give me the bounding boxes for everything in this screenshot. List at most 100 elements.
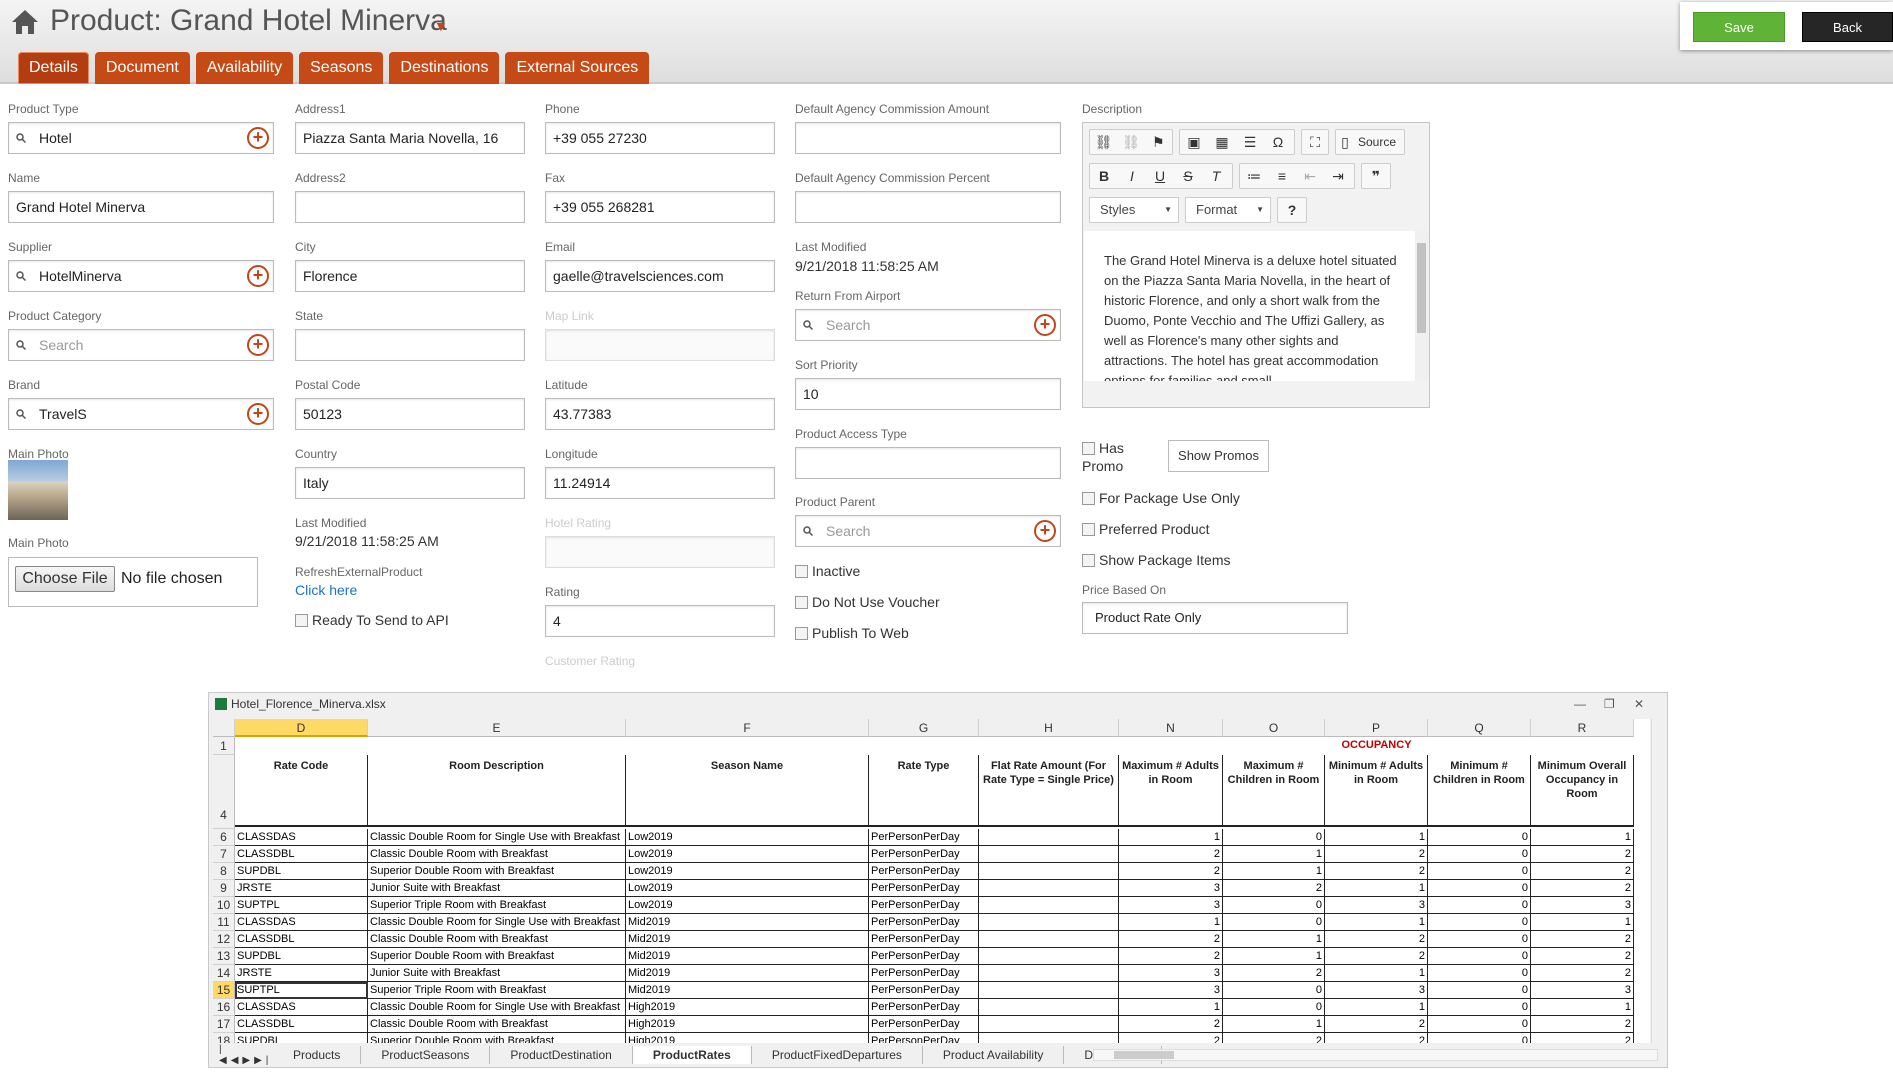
tab-seasons[interactable]: Seasons: [299, 52, 384, 84]
table-cell[interactable]: Superior Double Room with Breakfast: [368, 948, 626, 965]
tab-document[interactable]: Document: [94, 52, 190, 84]
editor-scroll-thumb[interactable]: [1417, 243, 1426, 333]
product-parent-field[interactable]: Search +: [795, 515, 1061, 547]
table-cell[interactable]: Superior Double Room with Breakfast: [368, 863, 626, 880]
publish-web-checkbox[interactable]: Publish To Web: [795, 625, 909, 641]
email-field[interactable]: gaelle@travelsciences.com: [545, 260, 775, 292]
table-cell[interactable]: Junior Suite with Breakfast: [368, 880, 626, 897]
table-cell[interactable]: 3: [1119, 965, 1223, 982]
home-icon[interactable]: [10, 8, 40, 36]
horizontal-rule-icon[interactable]: ☰: [1236, 134, 1264, 151]
flag-icon[interactable]: ⚑: [1145, 134, 1172, 151]
tab-external-sources[interactable]: External Sources: [505, 52, 650, 84]
row-header[interactable]: 18: [213, 1033, 235, 1043]
column-title-cell[interactable]: Rate Code: [235, 755, 368, 827]
checkbox-box[interactable]: [1082, 553, 1095, 567]
table-cell[interactable]: [979, 880, 1119, 897]
column-header-e[interactable]: E: [368, 719, 626, 737]
table-cell[interactable]: 0: [1428, 1016, 1531, 1033]
table-cell[interactable]: PerPersonPerDay: [869, 829, 979, 846]
table-cell[interactable]: 1: [1531, 829, 1634, 846]
row-header[interactable]: 16: [213, 999, 235, 1016]
column-title-cell[interactable]: Maximum # Adults in Room: [1119, 755, 1223, 827]
table-cell[interactable]: [979, 914, 1119, 931]
address1-field[interactable]: Piazza Santa Maria Novella, 16: [295, 122, 525, 154]
sheet-tab-product-fixed-departures[interactable]: ProductFixedDepartures: [752, 1046, 923, 1064]
table-cell[interactable]: SUPDBL: [235, 1033, 368, 1043]
table-cell[interactable]: Classic Double Room with Breakfast: [368, 846, 626, 863]
column-header-h[interactable]: H: [979, 719, 1119, 737]
table-cell[interactable]: 1: [1325, 880, 1428, 897]
unlink-icon[interactable]: ⛓: [1117, 134, 1144, 151]
table-cell[interactable]: 1: [1223, 948, 1325, 965]
table-cell[interactable]: 3: [1325, 982, 1428, 999]
column-title-cell[interactable]: Rate Type: [869, 755, 979, 827]
price-based-field[interactable]: Product Rate Only: [1082, 602, 1348, 634]
table-cell[interactable]: High2019: [626, 999, 869, 1016]
table-cell[interactable]: Superior Triple Room with Breakfast: [368, 982, 626, 999]
table-cell[interactable]: High2019: [626, 1016, 869, 1033]
table-cell[interactable]: Mid2019: [626, 965, 869, 982]
tab-destinations[interactable]: Destinations: [389, 52, 500, 84]
preferred-checkbox[interactable]: Preferred Product: [1082, 521, 1210, 537]
table-cell[interactable]: 2: [1119, 846, 1223, 863]
table-cell[interactable]: 0: [1428, 863, 1531, 880]
table-cell[interactable]: SUPTPL: [235, 897, 368, 914]
sheet-tab-products[interactable]: Products: [273, 1046, 362, 1064]
table-cell[interactable]: 1: [1531, 999, 1634, 1016]
table-cell[interactable]: 1: [1325, 965, 1428, 982]
table-cell[interactable]: 2: [1119, 1016, 1223, 1033]
table-cell[interactable]: CLASSDAS: [235, 999, 368, 1016]
source-button[interactable]: ▯ Source: [1335, 129, 1405, 155]
column-title-cell[interactable]: Room Description: [368, 755, 626, 827]
state-field[interactable]: [295, 329, 525, 361]
minimize-icon[interactable]: —: [1574, 697, 1586, 711]
sort-priority-field[interactable]: 10: [795, 378, 1061, 410]
format-dropdown[interactable]: Format ▼: [1185, 197, 1271, 223]
table-cell[interactable]: PerPersonPerDay: [869, 1016, 979, 1033]
table-cell[interactable]: 2: [1223, 965, 1325, 982]
table-cell[interactable]: 0: [1223, 999, 1325, 1016]
image-icon[interactable]: ▣: [1180, 134, 1208, 151]
table-cell[interactable]: CLASSDBL: [235, 846, 368, 863]
table-cell[interactable]: PerPersonPerDay: [869, 880, 979, 897]
package-use-checkbox[interactable]: For Package Use Only: [1082, 490, 1240, 506]
help-icon[interactable]: ?: [1278, 202, 1306, 218]
name-field[interactable]: Grand Hotel Minerva: [8, 191, 274, 223]
row-header[interactable]: 15: [213, 982, 235, 999]
column-header-f[interactable]: F: [626, 719, 869, 737]
table-cell[interactable]: 2: [1531, 965, 1634, 982]
table-cell[interactable]: 3: [1531, 897, 1634, 914]
column-header-corner[interactable]: [213, 719, 235, 737]
table-cell[interactable]: [979, 931, 1119, 948]
table-cell[interactable]: 0: [1428, 931, 1531, 948]
table-cell[interactable]: 2: [1325, 846, 1428, 863]
description-text[interactable]: The Grand Hotel Minerva is a deluxe hote…: [1084, 231, 1416, 381]
special-char-icon[interactable]: Ω: [1264, 134, 1292, 150]
table-cell[interactable]: Low2019: [626, 880, 869, 897]
table-cell[interactable]: PerPersonPerDay: [869, 965, 979, 982]
column-title-cell[interactable]: Minimum Overall Occupancy in Room: [1531, 755, 1634, 827]
table-cell[interactable]: 2: [1119, 948, 1223, 965]
chevron-down-icon[interactable]: ▼: [434, 18, 448, 34]
row-header-1[interactable]: 1: [213, 737, 235, 755]
table-cell[interactable]: [979, 1033, 1119, 1043]
table-cell[interactable]: CLASSDAS: [235, 914, 368, 931]
table-cell[interactable]: 1: [1119, 829, 1223, 846]
table-cell[interactable]: 0: [1223, 914, 1325, 931]
table-cell[interactable]: PerPersonPerDay: [869, 846, 979, 863]
table-cell[interactable]: PerPersonPerDay: [869, 948, 979, 965]
longitude-field[interactable]: 11.24914: [545, 467, 775, 499]
column-header-q[interactable]: Q: [1428, 719, 1531, 737]
table-cell[interactable]: 3: [1119, 897, 1223, 914]
sheet-tab-product-rates[interactable]: ProductRates: [632, 1046, 752, 1064]
table-cell[interactable]: 0: [1428, 897, 1531, 914]
table-cell[interactable]: Superior Triple Room with Breakfast: [368, 897, 626, 914]
styles-dropdown[interactable]: Styles ▼: [1089, 197, 1179, 223]
column-header-p[interactable]: P: [1325, 719, 1428, 737]
excel-scroll-thumb[interactable]: [1114, 1051, 1174, 1059]
column-title-cell[interactable]: Minimum # Children in Room: [1428, 755, 1531, 827]
access-type-field[interactable]: [795, 447, 1061, 479]
has-promo-checkbox[interactable]: Has: [1082, 440, 1124, 456]
link-icon[interactable]: ⛓: [1090, 134, 1117, 151]
